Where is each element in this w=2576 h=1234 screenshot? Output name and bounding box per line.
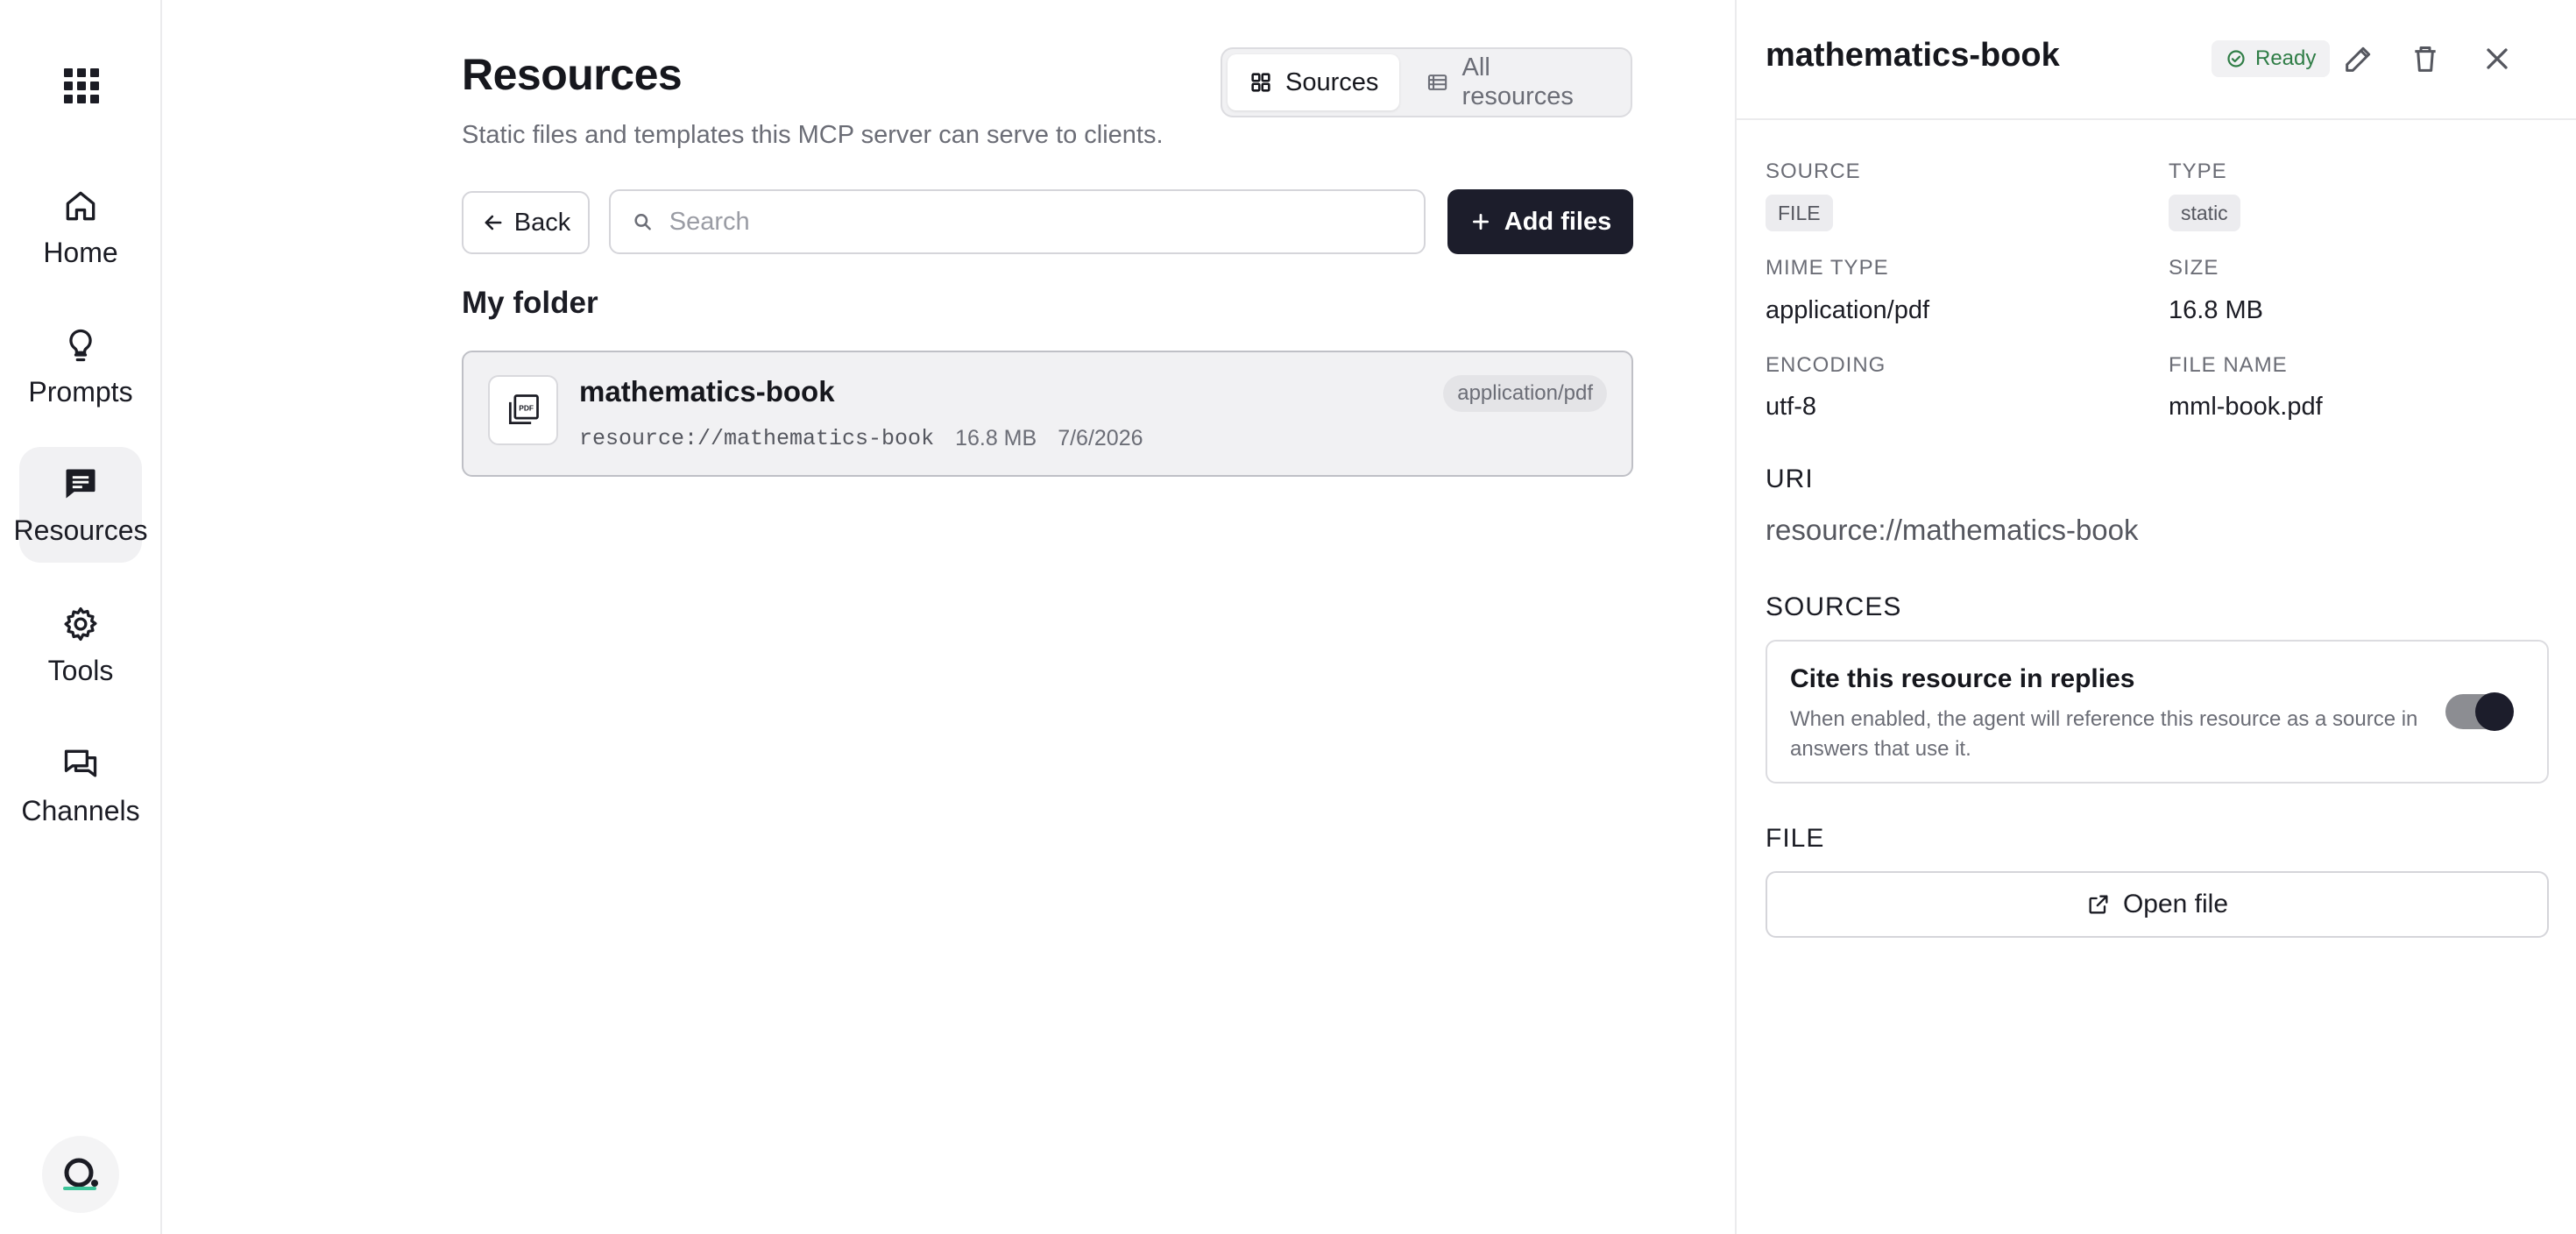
panel-header: mathematics-book Ready [1737, 0, 2576, 120]
search-input[interactable] [669, 207, 1403, 237]
status-badge: Ready [2212, 40, 2331, 77]
lightbulb-icon [60, 325, 101, 365]
mime-type-label: MIME TYPE [1766, 256, 1889, 280]
view-toggle: Sources All resources [1221, 47, 1632, 117]
open-file-button[interactable]: Open file [1766, 871, 2549, 938]
grid-icon [1251, 73, 1270, 92]
cite-title: Cite this resource in replies [1790, 664, 2135, 693]
chat-bubbles-icon [60, 744, 101, 784]
pdf-file-icon: PDF [488, 375, 558, 445]
back-label: Back [513, 208, 571, 237]
type-chip: static [2169, 195, 2240, 231]
edit-icon[interactable] [2337, 37, 2381, 81]
external-link-icon [2089, 895, 2108, 914]
close-icon[interactable] [2475, 37, 2519, 81]
uri-heading: URI [1766, 465, 1814, 493]
nav-label: Channels [21, 794, 140, 826]
source-label: SOURCE [1766, 160, 1861, 183]
resource-detail-panel: mathematics-book Ready SOURCE FILE TYPE … [1735, 0, 2576, 1234]
back-button[interactable]: Back [462, 191, 590, 254]
file-name-value: mml-book.pdf [2169, 393, 2323, 421]
trash-icon[interactable] [2403, 37, 2447, 81]
encoding-value: utf-8 [1766, 393, 1817, 421]
left-nav-rail: Home Prompts Resources Tools Channels [0, 0, 162, 1234]
cite-setting-card: Cite this resource in replies When enabl… [1766, 640, 2549, 784]
nav-item-resources[interactable]: Resources [14, 447, 147, 563]
size-value: 16.8 MB [2169, 296, 2263, 324]
search-icon [634, 214, 651, 230]
nav-item-home[interactable]: Home [19, 169, 142, 285]
nav-item-channels[interactable]: Channels [19, 727, 142, 843]
encoding-label: ENCODING [1766, 353, 1886, 377]
app-logo-icon[interactable] [42, 1136, 119, 1213]
page-subtitle: Static files and templates this MCP serv… [462, 121, 1164, 149]
nav-label: Prompts [28, 375, 133, 408]
resource-uri: resource://mathematics-book [579, 426, 935, 451]
uri-value: resource://mathematics-book [1766, 514, 2139, 546]
page-title: Resources [462, 50, 683, 99]
nav-label: Resources [13, 514, 148, 546]
cite-description: When enabled, the agent will reference t… [1790, 707, 2418, 761]
toggle-knob [2475, 692, 2514, 731]
nav-label: Tools [47, 654, 114, 686]
main-content: Resources Static files and templates thi… [164, 0, 1735, 1234]
resource-card[interactable]: PDF mathematics-book resource://mathemat… [462, 351, 1633, 477]
folder-title: My folder [462, 286, 598, 320]
view-sources-label: Sources [1285, 67, 1379, 96]
message-icon [60, 464, 101, 504]
search-box[interactable] [609, 189, 1426, 254]
resource-date: 7/6/2026 [1058, 426, 1143, 450]
resource-name: mathematics-book [579, 375, 835, 408]
view-sources-button[interactable]: Sources [1228, 54, 1400, 110]
svg-text:PDF: PDF [519, 404, 534, 413]
file-heading: FILE [1766, 824, 1825, 853]
view-all-resources-button[interactable]: All resources [1405, 53, 1625, 110]
home-icon [60, 186, 101, 226]
gear-icon [60, 604, 101, 644]
type-label: TYPE [2169, 160, 2227, 183]
file-name-label: FILE NAME [2169, 353, 2288, 377]
status-label: Ready [2255, 46, 2317, 70]
resource-size: 16.8 MB [955, 426, 1037, 450]
resource-meta: resource://mathematics-book 16.8 MB 7/6/… [579, 426, 1143, 451]
size-label: SIZE [2169, 256, 2219, 280]
list-icon [1428, 74, 1447, 90]
plus-icon [1472, 214, 1489, 230]
open-file-label: Open file [2122, 890, 2229, 918]
arrow-left-icon [485, 215, 502, 230]
sources-heading: SOURCES [1766, 592, 1902, 621]
add-files-label: Add files [1504, 207, 1612, 236]
view-all-resources-label: All resources [1461, 53, 1574, 110]
nav-item-prompts[interactable]: Prompts [19, 308, 142, 424]
nav-item-tools[interactable]: Tools [19, 587, 142, 703]
add-files-button[interactable]: Add files [1447, 189, 1633, 254]
resource-mime-badge: application/pdf [1443, 375, 1607, 412]
apps-grid-icon[interactable] [62, 67, 101, 105]
mime-type-value: application/pdf [1766, 296, 1930, 324]
check-circle-icon [2227, 50, 2245, 67]
cite-toggle[interactable] [2445, 692, 2514, 731]
source-chip: FILE [1766, 195, 1833, 231]
panel-title: mathematics-book [1766, 37, 2060, 74]
nav-label: Home [43, 236, 118, 268]
